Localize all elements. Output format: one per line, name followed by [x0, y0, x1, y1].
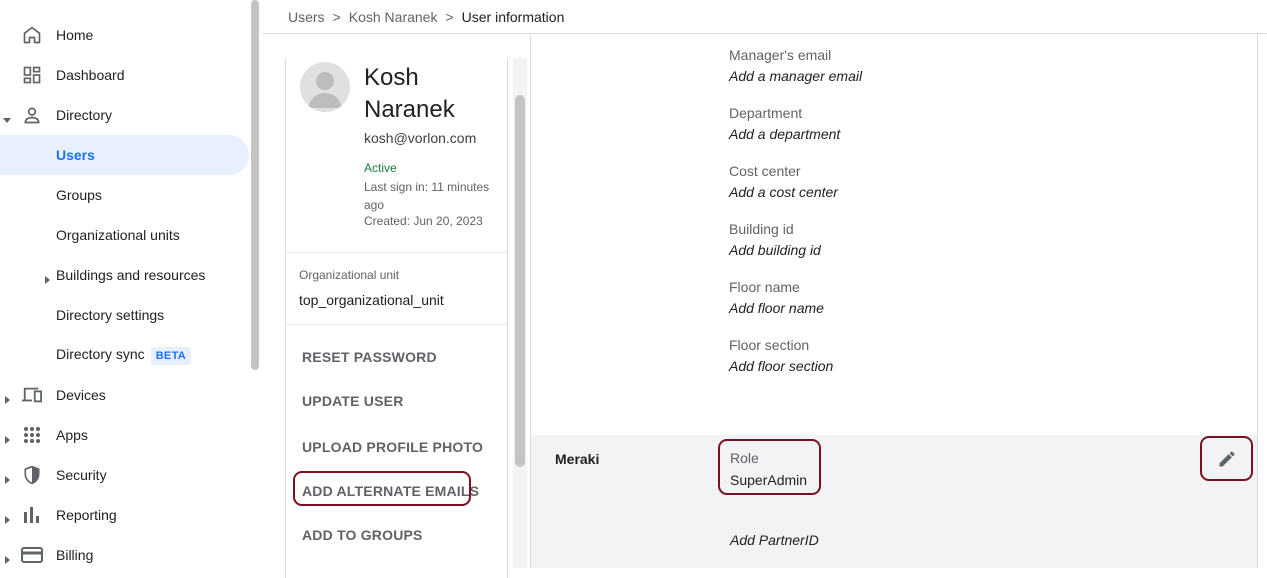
caret-right-icon — [3, 511, 11, 524]
caret-down-icon — [3, 111, 11, 123]
field-label: Manager's email — [729, 47, 832, 63]
field-label: Floor name — [729, 279, 800, 295]
shield-icon — [21, 464, 43, 486]
nav-label: Reporting — [56, 507, 117, 523]
home-icon — [21, 24, 43, 46]
nav-label: Security — [56, 467, 107, 483]
org-unit-value[interactable]: top_organizational_unit — [299, 292, 444, 308]
nav-scrollbar[interactable] — [251, 0, 259, 370]
nav-item-directory-settings[interactable]: Directory settings — [0, 295, 250, 335]
nav-item-users[interactable]: Users — [0, 135, 249, 175]
nav-item-security[interactable]: Security — [0, 455, 250, 495]
nav-label: Buildings and resources — [56, 267, 206, 283]
field-placeholder: Add a department — [729, 126, 841, 142]
caret-right-icon — [3, 431, 11, 444]
nav-label: Directory sync BETA — [56, 345, 192, 365]
card-scrollbar[interactable] — [515, 95, 525, 467]
caret-right-icon — [3, 551, 11, 564]
devices-icon — [21, 384, 43, 406]
caret-right-icon — [3, 391, 11, 404]
building-id-field[interactable]: Building id Add building id — [729, 221, 821, 258]
manager-email-field[interactable]: Manager's email Add a manager email — [729, 47, 862, 84]
edit-button[interactable] — [1200, 436, 1253, 481]
field-label: Building id — [729, 221, 794, 237]
nav-label: Billing — [56, 547, 94, 563]
add-to-groups-button[interactable]: ADD TO GROUPS — [302, 527, 423, 543]
floor-section-field[interactable]: Floor section Add floor section — [729, 337, 833, 374]
dashboard-icon — [21, 64, 43, 86]
pencil-icon — [1219, 450, 1235, 466]
field-placeholder: Add a cost center — [729, 184, 838, 200]
bar-chart-icon — [21, 504, 43, 526]
department-field[interactable]: Department Add a department — [729, 105, 840, 142]
avatar-person-icon — [308, 72, 342, 108]
field-placeholder: Add floor section — [729, 358, 834, 374]
nav-label: Organizational units — [56, 227, 180, 243]
divider — [286, 252, 507, 253]
nav-item-groups[interactable]: Groups — [0, 175, 250, 215]
breadcrumb-current: User information — [461, 8, 565, 25]
nav-item-organizational-units[interactable]: Organizational units — [0, 215, 250, 255]
nav-item-home[interactable]: Home — [0, 15, 250, 55]
nav-item-billing[interactable]: Billing — [0, 535, 250, 575]
nav-label: Directory — [56, 107, 113, 123]
breadcrumb: Users > Kosh Naranek > User information — [288, 0, 564, 33]
caret-right-icon — [43, 271, 51, 284]
beta-badge: BETA — [150, 346, 192, 365]
field-placeholder: Add a manager email — [729, 68, 863, 84]
divider — [286, 324, 507, 325]
user-name: Kosh Naranek — [364, 64, 455, 123]
created-date: Created: Jun 20, 2023 — [364, 214, 483, 228]
nav-label: Apps — [56, 427, 88, 443]
field-label: Cost center — [729, 163, 801, 179]
highlight-outline — [293, 471, 471, 506]
status-badge: Active — [364, 161, 397, 175]
nav-label: Dashboard — [56, 67, 125, 83]
meraki-section[interactable]: Meraki Role SuperAdmin Add PartnerID — [531, 435, 1257, 568]
nav-item-apps[interactable]: Apps — [0, 415, 250, 455]
breadcrumb-user-name[interactable]: Kosh Naranek — [349, 9, 438, 25]
nav-item-dashboard[interactable]: Dashboard — [0, 55, 250, 95]
nav-label: Home — [56, 27, 94, 43]
partner-id-placeholder[interactable]: Add PartnerID — [730, 532, 819, 548]
nav-item-directory[interactable]: Directory — [0, 95, 250, 135]
nav-label: Groups — [56, 187, 102, 203]
last-sign-in: Last sign in: 11 minutes ago — [364, 180, 490, 212]
person-icon — [21, 104, 43, 126]
cost-center-field[interactable]: Cost center Add a cost center — [729, 163, 838, 200]
floor-name-field[interactable]: Floor name Add floor name — [729, 279, 824, 316]
nav-label-text: Directory sync — [56, 345, 145, 362]
field-placeholder: Add building id — [729, 242, 821, 258]
chevron-right-icon: > — [332, 8, 341, 25]
nav-label: Users — [56, 147, 95, 163]
reset-password-button[interactable]: RESET PASSWORD — [302, 349, 437, 365]
field-label: Floor section — [729, 337, 810, 353]
upload-profile-photo-button[interactable]: UPLOAD PROFILE PHOTO — [302, 439, 483, 455]
apps-grid-icon — [21, 424, 43, 446]
breadcrumb-users[interactable]: Users — [288, 9, 325, 25]
nav-item-devices[interactable]: Devices — [0, 375, 250, 415]
highlight-outline — [718, 439, 821, 495]
update-user-button[interactable]: UPDATE USER — [302, 393, 404, 409]
nav-label: Directory settings — [56, 307, 165, 323]
chevron-right-icon: > — [445, 8, 454, 25]
field-placeholder: Add floor name — [729, 300, 824, 316]
org-unit-label: Organizational unit — [299, 268, 400, 282]
user-email: kosh@vorlon.com — [364, 130, 477, 146]
avatar[interactable] — [300, 62, 350, 112]
user-details-panel: Manager's email Add a manager email Depa… — [530, 34, 1258, 568]
credit-card-icon — [21, 544, 43, 566]
left-nav: Home Dashboard Directory Users Groups Or… — [0, 0, 250, 568]
nav-item-directory-sync[interactable]: Directory sync BETA — [0, 335, 250, 375]
section-title: Meraki — [555, 451, 600, 467]
nav-label: Devices — [56, 387, 106, 403]
nav-item-buildings-and-resources[interactable]: Buildings and resources — [0, 255, 250, 295]
field-label: Department — [729, 105, 803, 121]
caret-right-icon — [3, 471, 11, 484]
nav-item-reporting[interactable]: Reporting — [0, 495, 250, 535]
